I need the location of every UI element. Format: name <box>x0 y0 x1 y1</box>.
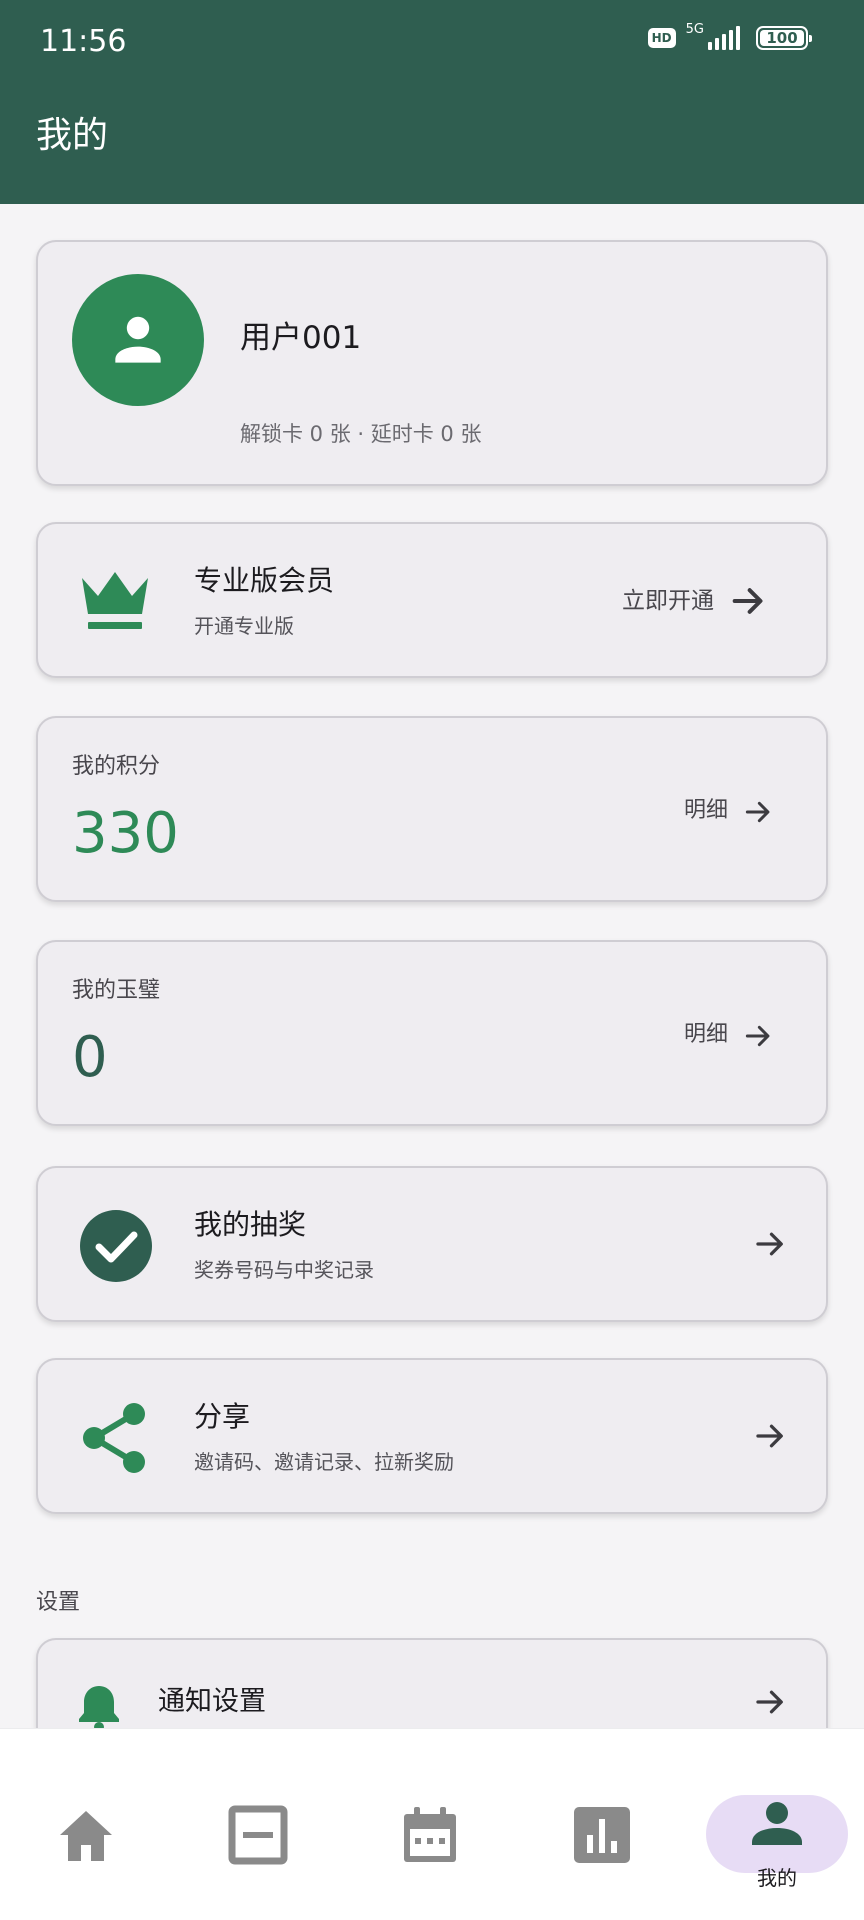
calendar-icon <box>404 1807 456 1862</box>
page-title: 我的 <box>36 115 109 156</box>
points-card[interactable]: 我的积分 330 明细 <box>36 716 828 902</box>
jade-card[interactable]: 我的玉璧 0 明细 <box>36 940 828 1126</box>
arrow-right-icon[interactable] <box>752 1226 788 1262</box>
card-icon <box>228 1805 288 1865</box>
arrow-right-icon[interactable] <box>742 796 774 828</box>
user-name: 用户001 <box>240 320 362 356</box>
person-icon <box>115 316 161 363</box>
status-icons: HD 5G 100 <box>647 22 812 50</box>
battery-level: 100 <box>766 29 798 47</box>
settings-section-title: 设置 <box>36 1590 81 1615</box>
signal-icon <box>708 26 740 50</box>
share-icon <box>83 1403 145 1473</box>
activate-now-link[interactable]: 立即开通 <box>622 585 714 617</box>
check-circle-icon <box>80 1210 152 1282</box>
nav-item-home[interactable] <box>0 1729 172 1920</box>
points-label: 我的积分 <box>72 754 161 779</box>
person-icon <box>752 1802 802 1845</box>
lottery-card[interactable]: 我的抽奖 奖券号码与中奖记录 <box>36 1166 828 1322</box>
points-value: 330 <box>72 801 179 866</box>
share-subtitle: 邀请码、邀请记录、拉新奖励 <box>194 1450 454 1474</box>
avatar[interactable] <box>72 274 204 406</box>
notification-settings-label: 通知设置 <box>158 1686 266 1717</box>
battery-icon: 100 <box>756 26 812 50</box>
points-detail-link[interactable]: 明细 <box>684 796 728 826</box>
chart-icon <box>574 1807 630 1863</box>
arrow-right-icon[interactable] <box>728 581 768 621</box>
profile-card[interactable]: 用户001 解锁卡 0 张 · 延时卡 0 张 <box>36 240 828 486</box>
nav-item-calendar[interactable] <box>344 1729 516 1920</box>
network-label: 5G <box>685 22 704 37</box>
bell-icon <box>79 1686 119 1732</box>
lottery-title: 我的抽奖 <box>194 1208 307 1241</box>
nav-item-stats[interactable] <box>516 1729 688 1920</box>
arrow-right-icon[interactable] <box>752 1418 788 1454</box>
arrow-right-icon[interactable] <box>742 1020 774 1052</box>
crown-icon <box>82 572 148 629</box>
arrow-right-icon[interactable] <box>752 1684 788 1720</box>
nav-item-card[interactable] <box>172 1729 344 1920</box>
home-icon <box>60 1811 112 1861</box>
top-app-bar: 11:56 HD 5G 100 我的 <box>0 0 864 204</box>
jade-label: 我的玉璧 <box>72 978 161 1003</box>
membership-title: 专业版会员 <box>194 564 335 597</box>
jade-value: 0 <box>72 1025 108 1090</box>
app-root: 11:56 HD 5G 100 我的 用户001 解锁卡 0 张 · 延时卡 0… <box>0 0 864 1920</box>
jade-detail-link[interactable]: 明细 <box>684 1020 728 1050</box>
membership-subtitle: 开通专业版 <box>194 614 294 638</box>
membership-card[interactable]: 专业版会员 开通专业版 立即开通 <box>36 522 828 678</box>
bottom-navigation: 我的 <box>0 1728 864 1920</box>
nav-label-mine: 我的 <box>757 1866 797 1890</box>
share-title: 分享 <box>194 1400 251 1433</box>
lottery-subtitle: 奖券号码与中奖记录 <box>194 1258 374 1282</box>
status-time: 11:56 <box>40 24 127 59</box>
card-summary: 解锁卡 0 张 · 延时卡 0 张 <box>240 422 482 446</box>
hd-badge: HD <box>647 28 676 48</box>
share-card[interactable]: 分享 邀请码、邀请记录、拉新奖励 <box>36 1358 828 1514</box>
